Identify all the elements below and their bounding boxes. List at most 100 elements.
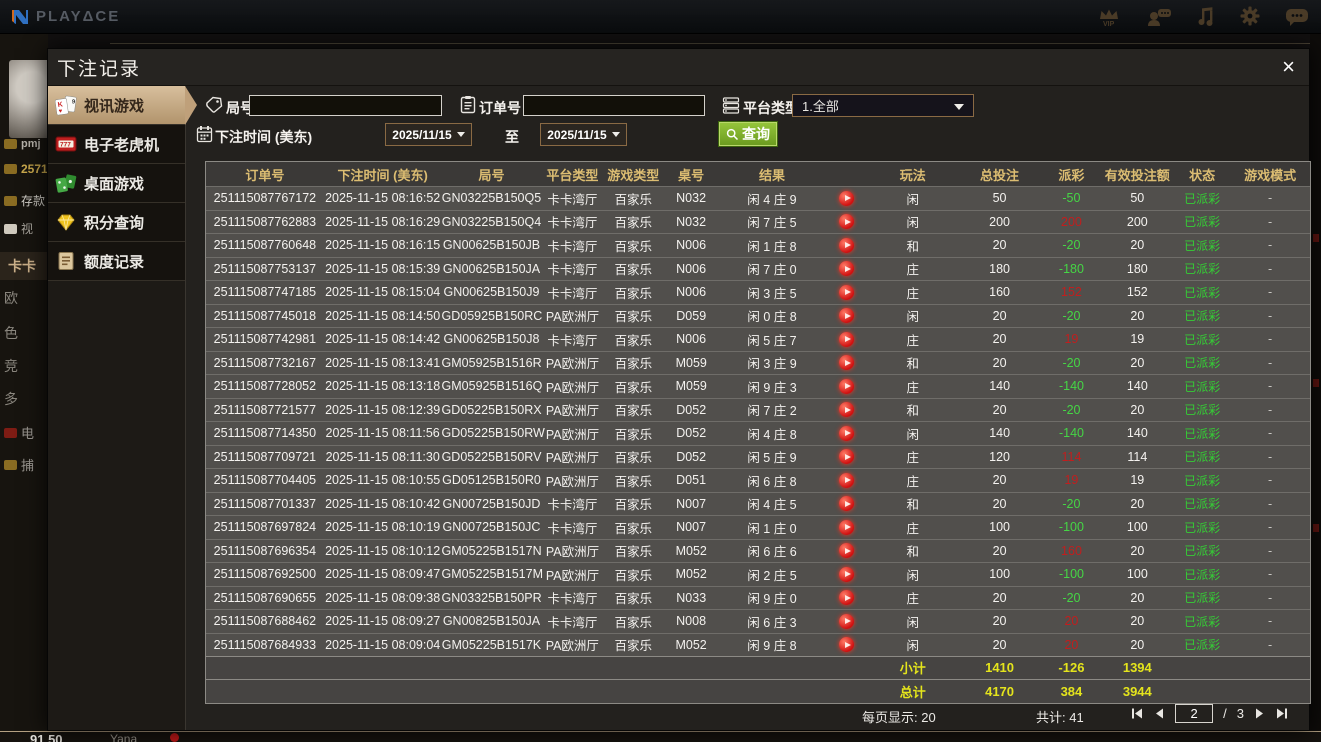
cell-total_bet: 20: [992, 473, 1007, 488]
page-number-input[interactable]: 2: [1175, 704, 1214, 723]
cell-result: 闲 6 庄 3: [747, 615, 797, 630]
cell-result: 闲 3 庄 5: [747, 286, 797, 301]
cell-round: GN00725B150JD: [442, 496, 541, 511]
cell-total_bet: 20: [992, 238, 1007, 253]
play-video-icon[interactable]: [839, 261, 855, 277]
play-video-icon[interactable]: [839, 637, 855, 653]
background-fleck: [1313, 234, 1319, 242]
platform-type-label: 平台类型: [743, 100, 799, 116]
next-page-icon[interactable]: [1254, 707, 1265, 720]
date-from-picker[interactable]: 2025/11/15: [385, 123, 472, 146]
cell-table: M052: [675, 567, 707, 582]
table-row: 251115087688462 2025-11-15 08:09:27 GN0082…: [206, 609, 1310, 633]
cell-time: 2025-11-15 08:09:27: [325, 614, 441, 629]
play-video-icon[interactable]: [839, 472, 855, 488]
clipboard-icon: [460, 96, 476, 114]
play-video-icon[interactable]: [839, 566, 855, 582]
sidebar-item-quota[interactable]: 额度记录: [48, 242, 185, 281]
cell-game: 百家乐: [614, 192, 652, 207]
table-row: 251115087753137 2025-11-15 08:15:39 GN0062…: [206, 256, 1310, 280]
cell-status: 已派彩: [1184, 379, 1221, 394]
cell-bet_type: 和: [906, 404, 920, 419]
sidebar-item-video-games[interactable]: 9 K ♥ 视讯游戏: [48, 86, 197, 125]
play-video-icon[interactable]: [839, 237, 855, 253]
sidebar-item-label: 桌面游戏: [84, 175, 145, 193]
vip-icon[interactable]: VIP: [1096, 6, 1122, 28]
music-icon[interactable]: [1196, 6, 1216, 27]
cell-valid_bet: 100: [1126, 520, 1148, 535]
play-video-icon[interactable]: [839, 543, 855, 559]
background-name: Yana: [110, 732, 138, 742]
cell-hall: PA欧洲厅: [545, 474, 599, 489]
play-video-icon[interactable]: [839, 449, 855, 465]
first-page-icon[interactable]: [1130, 707, 1144, 720]
column-header: 派彩: [1058, 167, 1085, 183]
cell-round: GD05225B150RV: [441, 449, 542, 464]
search-icon: [726, 128, 739, 140]
play-video-icon[interactable]: [839, 402, 855, 418]
sidebar-item-slots[interactable]: 777 电子老虎机: [48, 125, 185, 164]
last-page-icon[interactable]: [1275, 707, 1289, 720]
play-video-icon[interactable]: [839, 284, 855, 300]
background-menu-active: 卡卡: [0, 252, 48, 280]
cell-game: 百家乐: [614, 310, 653, 325]
play-video-icon[interactable]: [839, 590, 855, 606]
play-video-icon[interactable]: [839, 613, 855, 629]
cell-round: GN00625B150J9: [443, 285, 540, 300]
svg-text:VIP: VIP: [1103, 21, 1115, 28]
order-number-input[interactable]: [523, 95, 705, 116]
table-row: 251115087745018 2025-11-15 08:14:50 GD0592…: [206, 303, 1310, 327]
support-chat-icon[interactable]: [1146, 7, 1172, 27]
play-video-icon[interactable]: [839, 425, 855, 441]
play-cell: [825, 449, 869, 465]
table-row: 251115087742981 2025-11-15 08:14:42 GN0062…: [206, 327, 1310, 351]
cell-valid_bet: 19: [1130, 332, 1145, 347]
cell-table: N007: [676, 496, 707, 511]
sidebar-item-label: 积分查询: [84, 214, 145, 232]
chevron-down-icon: [611, 132, 620, 137]
platform-type-select[interactable]: 1.全部: [792, 94, 974, 117]
cards-icon: [4, 223, 17, 234]
play-cell: [825, 613, 869, 629]
cell-table: N032: [676, 191, 707, 206]
play-video-icon[interactable]: [839, 308, 855, 324]
prev-page-icon[interactable]: [1154, 707, 1165, 720]
play-cell: [825, 590, 869, 606]
play-video-icon[interactable]: [839, 214, 855, 230]
column-header: 下注时间 (美东): [337, 167, 428, 183]
cell-payout: -100: [1058, 520, 1084, 535]
chat-icon[interactable]: [1285, 7, 1309, 27]
cell-round: GN03225B150Q5: [441, 191, 542, 206]
close-icon[interactable]: ×: [1282, 56, 1295, 78]
playing-cards-icon: 9 K♥: [55, 95, 77, 115]
cell-result: 闲 4 庄 8: [747, 427, 797, 442]
cell-total_bet: 20: [992, 496, 1007, 511]
search-button-label: 查询: [742, 126, 770, 142]
cell-result: 闲 4 庄 9: [747, 192, 797, 207]
play-video-icon[interactable]: [839, 378, 855, 394]
cell-order: 251115087701337: [213, 496, 317, 511]
round-number-input[interactable]: [249, 95, 442, 116]
cell-hall: PA欧洲厅: [545, 427, 600, 442]
cell-valid_bet: 20: [1130, 355, 1145, 370]
cell-order: 251115087732167: [213, 355, 317, 370]
play-video-icon[interactable]: [839, 519, 855, 535]
play-video-icon[interactable]: [839, 331, 855, 347]
settings-icon[interactable]: [1240, 6, 1261, 27]
sidebar-item-table-games[interactable]: 桌面游戏: [48, 164, 185, 203]
search-button[interactable]: 查询: [718, 121, 778, 147]
cell-bet_type: 庄: [906, 474, 919, 489]
cell-bet_type: 和: [906, 545, 920, 560]
column-header: 结果: [758, 167, 785, 183]
cell-order: 251115087767172: [213, 191, 317, 206]
cell-round: GD05225B150RX: [441, 402, 542, 417]
cell-time: 2025-11-15 08:09:04: [325, 637, 441, 652]
cell-valid_bet: 140: [1126, 426, 1148, 441]
date-to-picker[interactable]: 2025/11/15: [540, 123, 627, 146]
play-video-icon[interactable]: [839, 190, 855, 206]
sidebar-item-points[interactable]: 积分查询: [48, 203, 185, 242]
cell-time: 2025-11-15 08:12:39: [325, 402, 441, 417]
cell-bet_type: 和: [906, 239, 919, 254]
play-video-icon[interactable]: [839, 496, 855, 512]
play-video-icon[interactable]: [839, 355, 855, 371]
